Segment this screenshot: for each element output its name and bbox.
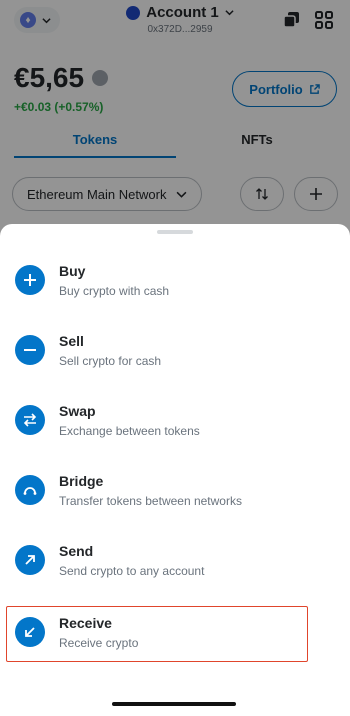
action-bridge[interactable]: Bridge Transfer tokens between networks: [6, 464, 308, 520]
account-name: Account 1: [146, 4, 219, 21]
eye-icon[interactable]: [92, 70, 109, 86]
ethereum-icon: ♦: [20, 12, 36, 28]
plus-icon: [310, 188, 322, 200]
external-link-icon: [309, 83, 320, 94]
balance-row: €5,65: [14, 62, 109, 94]
action-send[interactable]: Send Send crypto to any account: [6, 534, 308, 590]
arrow-up-right-icon: [15, 545, 45, 575]
sort-arrows-icon: [256, 188, 268, 200]
action-subtitle: Sell crypto for cash: [59, 354, 162, 368]
chevron-down-icon: [225, 10, 234, 16]
plus-icon: [15, 265, 45, 295]
chevron-down-icon: [42, 17, 51, 23]
account-avatar: [126, 5, 141, 20]
actions-bottom-sheet: Buy Buy crypto with cash Sell Sell crypt…: [0, 224, 350, 716]
scan-qr-icon[interactable]: [314, 10, 334, 30]
action-subtitle: Receive crypto: [59, 636, 139, 650]
balance-amount: €5,65: [14, 62, 85, 93]
action-title: Sell: [59, 333, 84, 349]
action-buy[interactable]: Buy Buy crypto with cash: [6, 254, 308, 310]
action-title: Bridge: [59, 473, 104, 489]
action-sell[interactable]: Sell Sell crypto for cash: [6, 324, 308, 380]
portfolio-button[interactable]: Portfolio: [232, 71, 337, 107]
wallet-screen: ♦ Account 1 0x372D...2959 €5,65 +€0.03 (…: [0, 0, 350, 716]
swap-icon: [15, 405, 45, 435]
tab-tokens[interactable]: Tokens: [14, 132, 176, 147]
action-subtitle: Send crypto to any account: [59, 564, 205, 578]
action-subtitle: Buy crypto with cash: [59, 284, 170, 298]
account-address: 0x372D...2959: [147, 24, 213, 35]
network-filter-label: Ethereum Main Network: [27, 186, 167, 202]
action-title: Buy: [59, 263, 86, 279]
tab-nfts[interactable]: NFTs: [176, 132, 338, 147]
action-title: Receive: [59, 615, 112, 631]
arrow-down-left-icon: [15, 617, 45, 647]
network-picker-button[interactable]: ♦: [14, 7, 60, 33]
network-filter-dropdown[interactable]: Ethereum Main Network: [12, 177, 202, 211]
chevron-down-icon: [177, 191, 187, 198]
action-title: Swap: [59, 403, 96, 419]
home-indicator: [112, 702, 236, 706]
action-title: Send: [59, 543, 94, 559]
top-bar: ♦ Account 1 0x372D...2959: [0, 0, 350, 52]
account-selector[interactable]: Account 1 0x372D...2959: [110, 4, 250, 35]
sheet-drag-handle[interactable]: [157, 230, 193, 234]
action-receive[interactable]: Receive Receive crypto: [6, 606, 308, 662]
copy-icon[interactable]: [282, 10, 302, 30]
active-tab-indicator: [14, 156, 176, 158]
bridge-icon: [15, 475, 45, 505]
portfolio-label: Portfolio: [249, 81, 303, 97]
balance-change: +€0.03 (+0.57%): [14, 100, 104, 114]
action-subtitle: Exchange between tokens: [59, 424, 200, 438]
action-swap[interactable]: Swap Exchange between tokens: [6, 394, 308, 450]
action-subtitle: Transfer tokens between networks: [59, 494, 242, 508]
minus-icon: [15, 335, 45, 365]
add-token-button[interactable]: [294, 177, 338, 211]
sort-button[interactable]: [240, 177, 284, 211]
